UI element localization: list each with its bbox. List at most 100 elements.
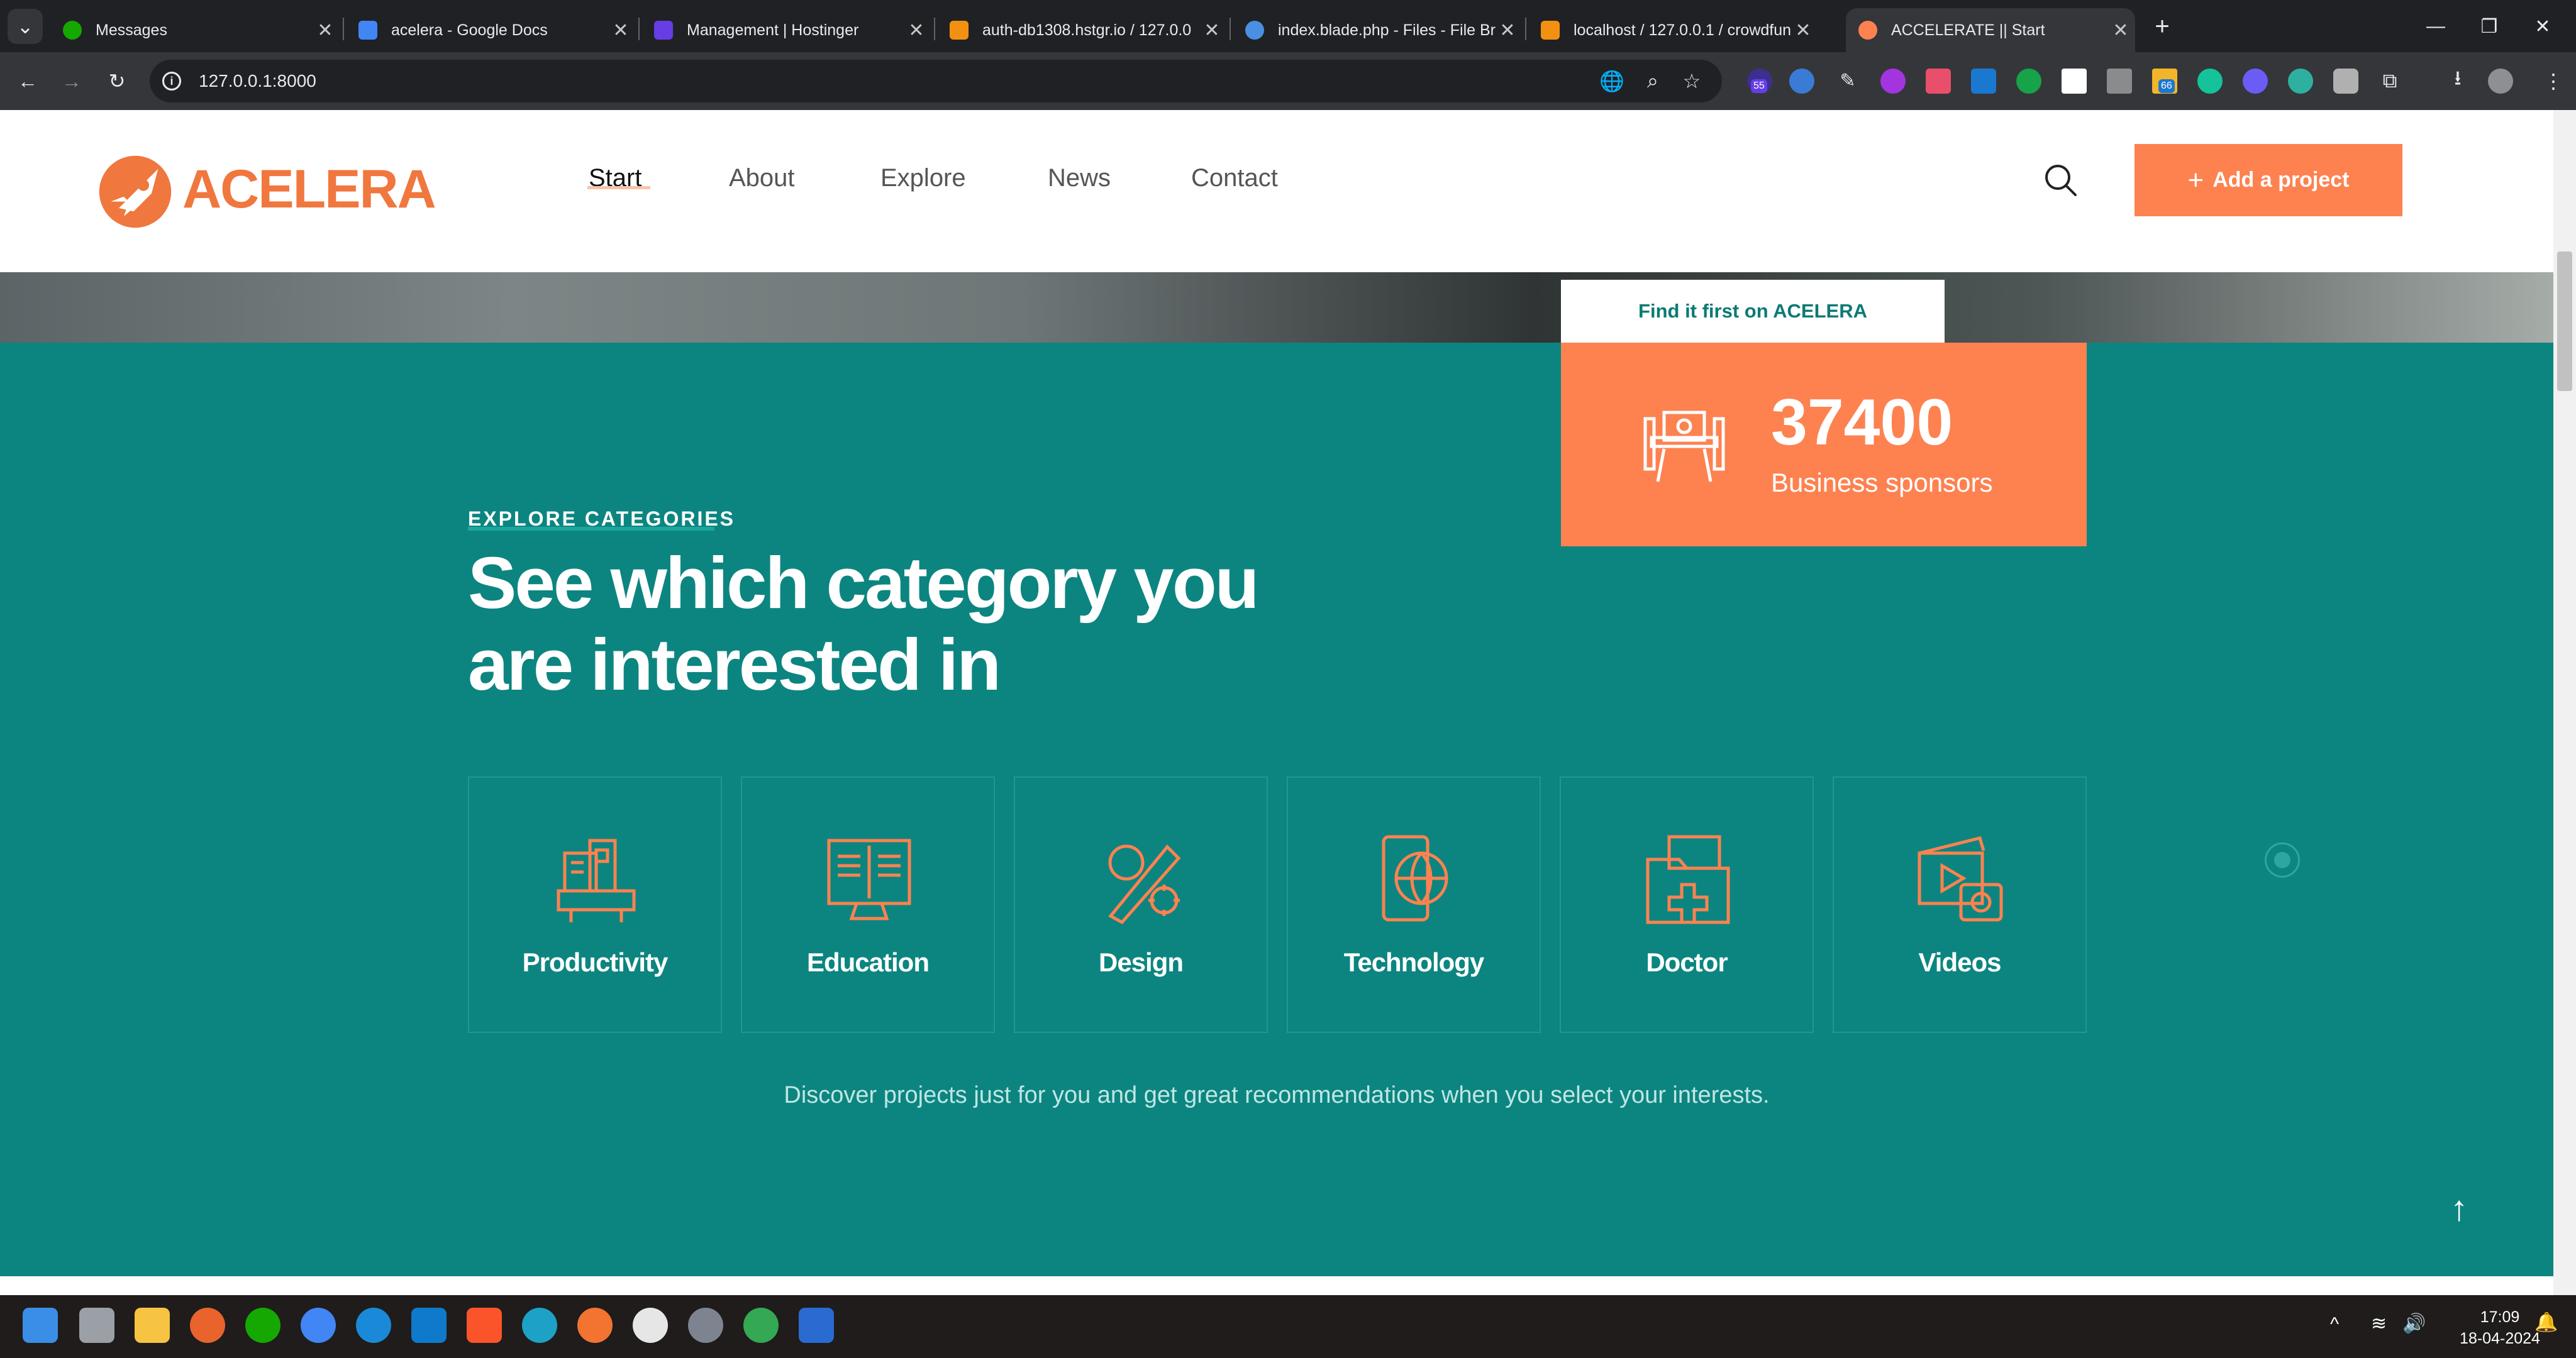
- category-card-doctor[interactable]: Doctor: [1560, 776, 1814, 1033]
- extension-icon[interactable]: [1971, 69, 1996, 94]
- plus-icon: +: [2187, 164, 2204, 196]
- volume-icon[interactable]: 🔊: [2402, 1313, 2426, 1335]
- category-label: Design: [1098, 947, 1184, 977]
- hero-tag: Find it first on ACELERA: [1561, 280, 1945, 343]
- shield-icon[interactable]: [2333, 69, 2358, 94]
- tab-search-button[interactable]: ⌄: [8, 9, 43, 44]
- extension-icon[interactable]: [2016, 69, 2041, 94]
- tab-hostinger[interactable]: Management | Hostinger ✕: [641, 8, 931, 52]
- tab-title: Management | Hostinger: [687, 21, 859, 39]
- menu-kebab-icon[interactable]: ⋮: [2536, 63, 2571, 99]
- close-icon[interactable]: ✕: [611, 19, 630, 41]
- extension-badge: 66: [2158, 79, 2175, 93]
- categories-footer-text: Discover projects just for you and get g…: [784, 1082, 1770, 1108]
- extension-icon[interactable]: [2243, 69, 2268, 94]
- hostinger-icon: [654, 21, 673, 40]
- eyedropper-icon[interactable]: ✎: [1835, 69, 1860, 94]
- file-explorer-icon[interactable]: [135, 1308, 170, 1343]
- close-icon[interactable]: ✕: [1794, 19, 1813, 41]
- grammarly-icon[interactable]: [2197, 69, 2223, 94]
- add-project-button[interactable]: + Add a project: [2135, 144, 2402, 216]
- logo-text[interactable]: ACELERA: [182, 158, 436, 221]
- close-icon[interactable]: ✕: [1498, 19, 1517, 41]
- chrome-icon[interactable]: [301, 1308, 336, 1343]
- extension-icon[interactable]: [1880, 69, 1906, 94]
- close-icon[interactable]: ✕: [2111, 19, 2130, 41]
- zoom-icon[interactable]: ⌕: [1635, 63, 1670, 99]
- add-project-label: Add a project: [2212, 168, 2350, 192]
- heading-line: are interested in: [468, 624, 1001, 705]
- app-icon[interactable]: [633, 1308, 668, 1343]
- category-card-productivity[interactable]: Productivity: [468, 776, 722, 1033]
- task-view-icon[interactable]: [79, 1308, 114, 1343]
- skype-icon[interactable]: [356, 1308, 391, 1343]
- start-menu-icon[interactable]: [23, 1308, 58, 1343]
- tab-messages[interactable]: Messages ✕: [50, 8, 340, 52]
- scroll-to-top-icon[interactable]: ↑: [2450, 1190, 2475, 1227]
- extensions-puzzle-icon[interactable]: ⧉: [2372, 63, 2407, 99]
- videos-icon: [1918, 836, 2003, 922]
- section-heading: See which category you are interested in: [468, 542, 1285, 705]
- tab-file-browser[interactable]: index.blade.php - Files - File Br ✕: [1233, 8, 1522, 52]
- terminal-icon[interactable]: [799, 1308, 834, 1343]
- window-close-button[interactable]: ✕: [2525, 9, 2560, 44]
- close-icon[interactable]: ✕: [1202, 19, 1221, 41]
- extension-icon[interactable]: [2107, 69, 2132, 94]
- tab-phpmyadmin-localhost[interactable]: localhost / 127.0.0.1 / crowdfun ✕: [1528, 8, 1818, 52]
- heading-line: See which category you: [468, 542, 1260, 624]
- carousel-dot-inner: [2274, 852, 2290, 868]
- category-card-design[interactable]: Design: [1014, 776, 1268, 1033]
- brave-icon[interactable]: [467, 1308, 502, 1343]
- minimize-button[interactable]: —: [2418, 9, 2453, 44]
- extension-icon[interactable]: [1926, 69, 1951, 94]
- scrollbar-thumb[interactable]: [2557, 251, 2572, 391]
- rocket-logo-icon[interactable]: [94, 151, 176, 233]
- bookmark-star-icon[interactable]: ☆: [1674, 63, 1709, 99]
- workspace-icon: [1643, 411, 1725, 482]
- extension-icon[interactable]: [1789, 69, 1814, 94]
- search-icon[interactable]: [2041, 161, 2079, 199]
- category-card-technology[interactable]: Technology: [1287, 776, 1541, 1033]
- settings-gear-icon[interactable]: [688, 1308, 723, 1343]
- extension-icon[interactable]: [2288, 69, 2313, 94]
- edge-icon[interactable]: [522, 1308, 557, 1343]
- download-icon[interactable]: ⭳: [2440, 63, 2475, 99]
- notification-bell-icon[interactable]: 🔔: [2534, 1311, 2558, 1333]
- category-card-videos[interactable]: Videos: [1833, 776, 2087, 1033]
- nav-about[interactable]: About: [729, 162, 795, 194]
- restore-button[interactable]: ❐: [2472, 9, 2507, 44]
- tab-title: auth-db1308.hstgr.io / 127.0.0: [982, 21, 1192, 39]
- postman-icon[interactable]: [577, 1308, 613, 1343]
- nav-news[interactable]: News: [1048, 162, 1111, 194]
- reload-button[interactable]: ↻: [99, 63, 135, 99]
- upwork-icon[interactable]: [245, 1308, 280, 1343]
- tab-accelerate-start[interactable]: ACCELERATE || Start ✕: [1846, 8, 2135, 52]
- forward-button[interactable]: →: [54, 63, 89, 99]
- tab-google-docs[interactable]: acelera - Google Docs ✕: [346, 8, 635, 52]
- stat-label: Business sponsors: [1771, 468, 1993, 497]
- extension-icon[interactable]: [2062, 69, 2087, 94]
- back-button[interactable]: ←: [10, 63, 45, 99]
- avatar[interactable]: [2488, 69, 2513, 94]
- close-icon[interactable]: ✕: [316, 19, 335, 41]
- category-label: Doctor: [1646, 947, 1728, 977]
- site-info-icon[interactable]: i: [162, 72, 181, 91]
- nav-contact[interactable]: Contact: [1191, 162, 1278, 194]
- close-icon[interactable]: ✕: [907, 19, 926, 41]
- vscode-icon[interactable]: [411, 1308, 447, 1343]
- category-label: Education: [806, 947, 930, 977]
- address-bar[interactable]: i: [150, 60, 1722, 102]
- tab-title: acelera - Google Docs: [391, 21, 548, 39]
- phpmyadmin-icon: [1541, 21, 1560, 40]
- firefox-icon[interactable]: [190, 1308, 225, 1343]
- new-tab-button[interactable]: +: [2145, 9, 2180, 44]
- extension-badge: 55: [1751, 79, 1767, 93]
- category-card-education[interactable]: Education: [741, 776, 995, 1033]
- chrome-profile-icon[interactable]: [743, 1308, 779, 1343]
- wifi-icon[interactable]: ≋: [2371, 1313, 2387, 1335]
- nav-explore[interactable]: Explore: [880, 162, 966, 194]
- tab-phpmyadmin-auth[interactable]: auth-db1308.hstgr.io / 127.0.0 ✕: [937, 8, 1226, 52]
- chevron-up-icon[interactable]: ^: [2330, 1314, 2339, 1335]
- translate-icon[interactable]: 🌐: [1594, 63, 1629, 99]
- productivity-icon: [557, 839, 636, 922]
